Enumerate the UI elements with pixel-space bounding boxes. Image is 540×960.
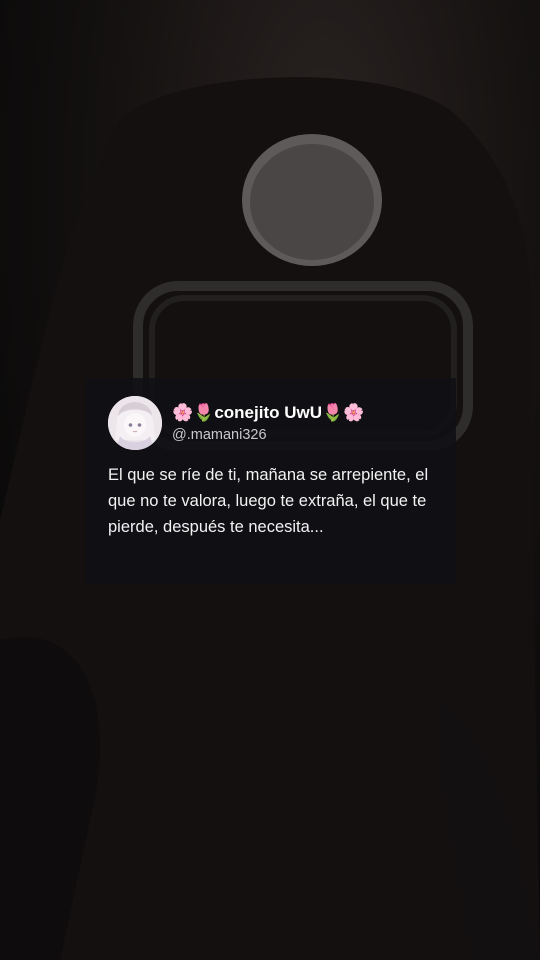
display-name[interactable]: 🌸🌷conejito UwU🌷🌸 xyxy=(172,402,364,424)
username-handle[interactable]: @.mamani326 xyxy=(172,425,364,445)
post-header: 🌸🌷conejito UwU🌷🌸 @.mamani326 xyxy=(108,396,436,450)
post-card: 🌸🌷conejito UwU🌷🌸 @.mamani326 El que se r… xyxy=(86,378,456,584)
author-info: 🌸🌷conejito UwU🌷🌸 @.mamani326 xyxy=(172,402,364,445)
post-text: El que se ríe de ti, mañana se arrepient… xyxy=(108,466,429,536)
anime-girl-avatar-icon[interactable] xyxy=(108,396,162,450)
story-screen: 🌸🌷conejito UwU🌷🌸 @.mamani326 El que se r… xyxy=(0,0,540,960)
